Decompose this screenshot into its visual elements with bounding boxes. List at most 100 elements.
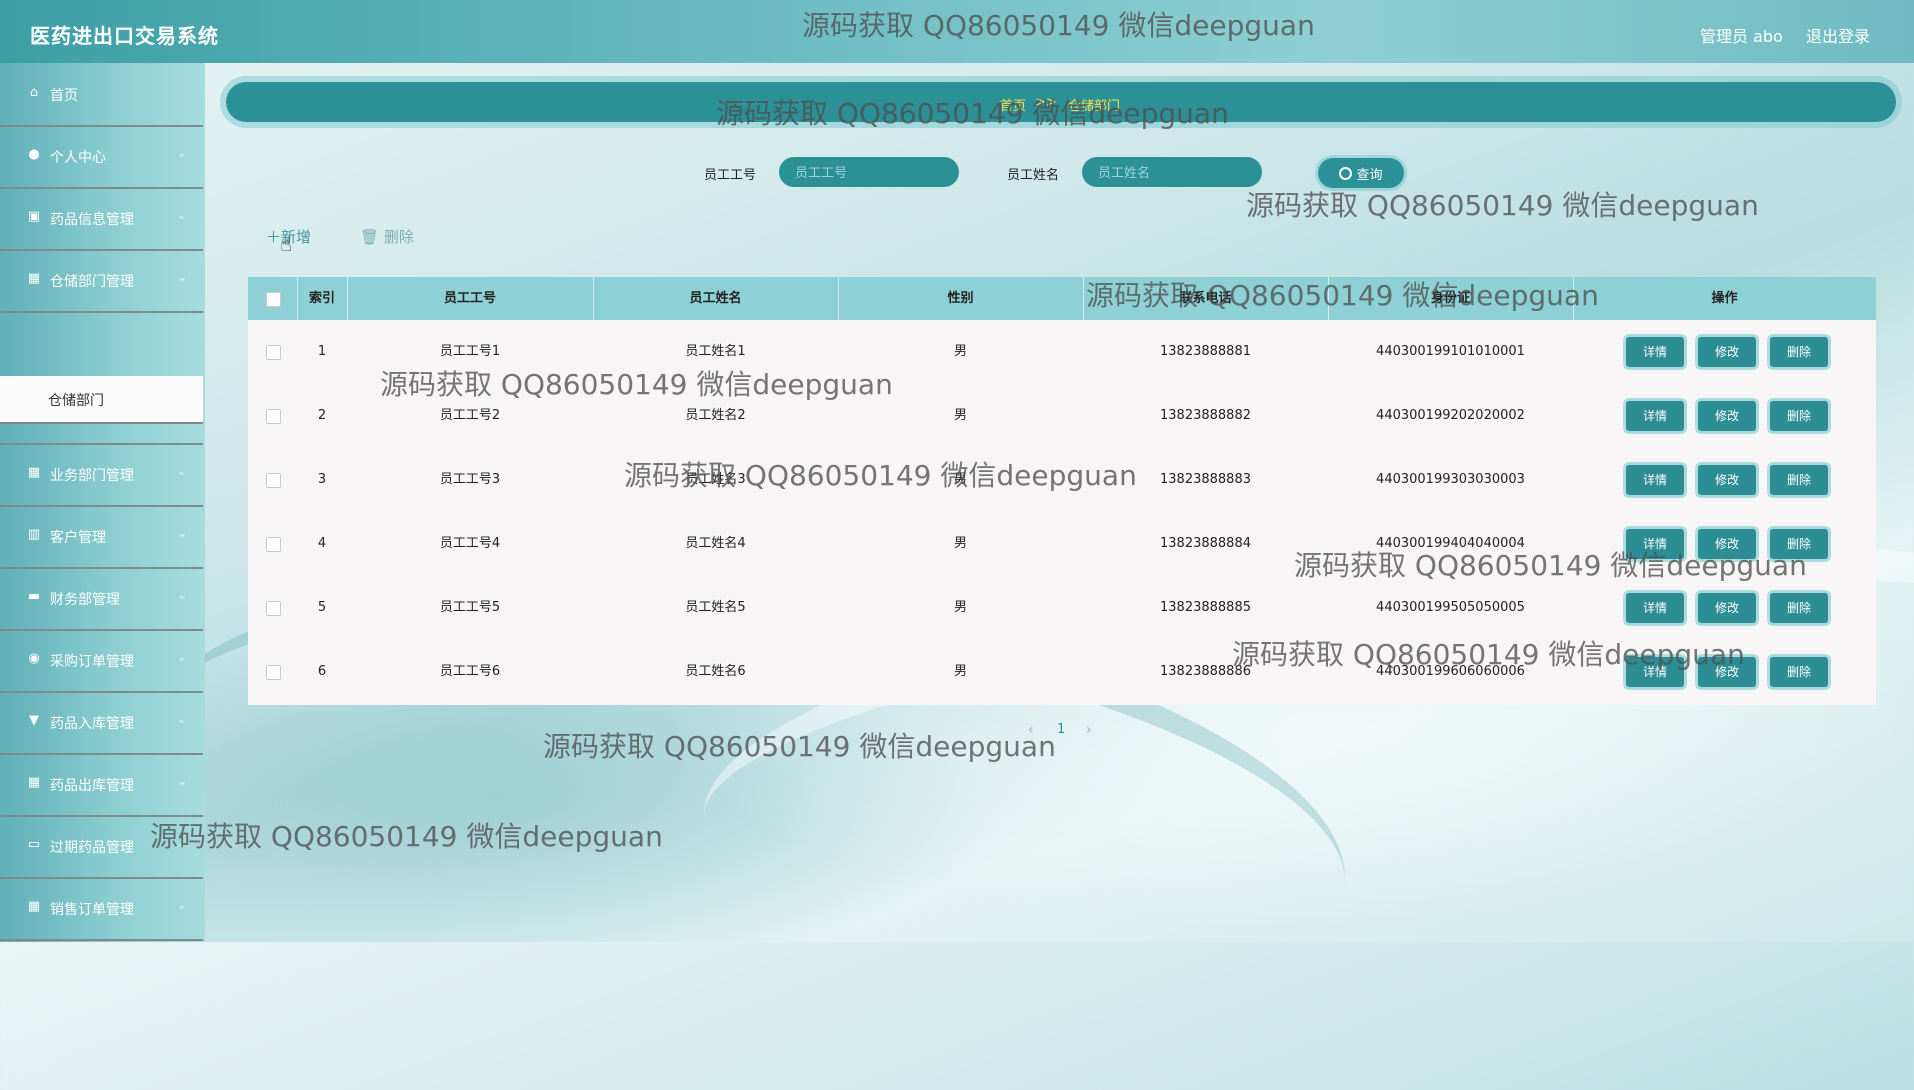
- cell-emp-id: 员工工号3: [439, 472, 501, 487]
- watermark: 源码获取 QQ86050149 微信deepguan: [1246, 189, 1759, 222]
- chevron-down-icon: ⌄: [176, 463, 188, 479]
- cell-gender: 男: [953, 536, 967, 551]
- cell-emp-name: 员工姓名6: [685, 664, 746, 679]
- row-checkbox[interactable]: [266, 537, 281, 552]
- table-row: 1 员工工号1 员工姓名1 男 13823888881 44030019910101000…: [248, 320, 1876, 384]
- row-checkbox[interactable]: [266, 665, 281, 680]
- sidebar-item[interactable]: ▥ 客户管理 ⌄: [0, 505, 203, 569]
- chevron-down-icon: ⌄: [176, 835, 188, 851]
- cell-gender: 男: [953, 472, 967, 487]
- edit-button[interactable]: 修改: [1698, 593, 1756, 623]
- delete-button[interactable]: 删除: [1770, 465, 1828, 495]
- th-phone: 联系电话: [1083, 277, 1329, 320]
- sidebar-item-label: 仓储部门管理: [50, 274, 134, 290]
- grid-icon: ▦: [27, 899, 41, 914]
- chevron-down-icon: ⌄: [176, 587, 188, 603]
- sidebar-item[interactable]: ▬ 财务部管理 ⌄: [0, 567, 203, 631]
- cell-id-card: 440300199101010001: [1376, 344, 1525, 359]
- edit-button[interactable]: 修改: [1698, 529, 1756, 559]
- logout-link[interactable]: 退出登录: [1806, 23, 1870, 47]
- th-id-card: 身份证: [1328, 277, 1574, 320]
- grid-icon: ▦: [27, 271, 41, 286]
- chevron-down-icon: ⌄: [176, 145, 188, 161]
- sidebar: ⌂首页●个人中心⌄▣药品信息管理⌄▦仓储部门管理⌄▤供应部门管理⌄▦业务部门管理…: [0, 63, 205, 942]
- employee-table: 索引 员工工号 员工姓名 性别 联系电话 身份证 操作 1 员工工号1 员工姓名1 男…: [248, 277, 1876, 705]
- cell-id-card: 440300199404040004: [1376, 536, 1525, 551]
- sidebar-item-label: 个人中心: [50, 150, 106, 166]
- submenu-item-warehouse[interactable]: 仓储部门: [0, 376, 203, 424]
- table-row: 5 员工工号5 员工姓名5 男 13823888885 44030019950505000…: [248, 576, 1876, 640]
- emp-name-input[interactable]: [1082, 157, 1262, 187]
- row-checkbox[interactable]: [266, 345, 281, 360]
- sidebar-item[interactable]: ▦ 业务部门管理 ⌄: [0, 443, 203, 507]
- cell-emp-name: 员工姓名4: [685, 536, 746, 551]
- sidebar-item[interactable]: ▼ 药品入库管理 ⌄: [0, 691, 203, 755]
- table-row: 4 员工工号4 员工姓名4 男 13823888884 44030019940404000…: [248, 512, 1876, 576]
- th-emp-name: 员工姓名: [593, 277, 839, 320]
- cell-index: 4: [317, 536, 327, 551]
- breadcrumb: [226, 82, 1896, 122]
- cell-gender: 男: [953, 408, 967, 423]
- delete-button[interactable]: 删除: [1770, 337, 1828, 367]
- edit-button[interactable]: 修改: [1698, 337, 1756, 367]
- search-button[interactable]: 查询: [1318, 158, 1404, 188]
- delete-button[interactable]: 删除: [1770, 529, 1828, 559]
- row-checkbox[interactable]: [266, 409, 281, 424]
- top-header: 医药进出口交易系统 管理员 abo 退出登录: [0, 0, 1914, 63]
- detail-button[interactable]: 详情: [1626, 401, 1684, 431]
- cell-emp-id: 员工工号5: [439, 600, 501, 615]
- detail-button[interactable]: 详情: [1626, 465, 1684, 495]
- sidebar-item[interactable]: ▣ 药品信息管理 ⌄: [0, 187, 203, 251]
- sidebar-item[interactable]: ▦ 药品出库管理 ⌄: [0, 753, 203, 817]
- select-all-checkbox[interactable]: [266, 292, 281, 307]
- cell-gender: 男: [953, 344, 967, 359]
- cell-emp-id: 员工工号1: [439, 344, 501, 359]
- search-button-label: 查询: [1356, 166, 1383, 182]
- cell-gender: 男: [953, 664, 967, 679]
- table-header: 索引 员工工号 员工姓名 性别 联系电话 身份证 操作: [248, 277, 1876, 320]
- grid-icon: ▦: [27, 465, 41, 480]
- cell-emp-name: 员工姓名2: [685, 408, 746, 423]
- table-row: 2 员工工号2 员工姓名2 男 13823888882 44030019920202000…: [248, 384, 1876, 448]
- sidebar-item-label: 药品信息管理: [50, 212, 134, 228]
- edit-button[interactable]: 修改: [1698, 465, 1756, 495]
- cell-id-card: 440300199505050005: [1376, 600, 1525, 615]
- current-user: 管理员 abo: [1700, 27, 1783, 46]
- monitor-icon: ▭: [27, 837, 41, 852]
- edit-button[interactable]: 修改: [1698, 401, 1756, 431]
- sidebar-item[interactable]: ▦ 仓储部门管理 ⌄: [0, 249, 203, 313]
- table-row: 3 员工工号3 员工姓名3 男 13823888883 44030019930303000…: [248, 448, 1876, 512]
- delete-button[interactable]: 删除: [1770, 593, 1828, 623]
- page-number[interactable]: 1: [1057, 722, 1065, 737]
- submenu-item-label: 仓储部门: [48, 393, 104, 409]
- detail-button[interactable]: 详情: [1626, 337, 1684, 367]
- chevron-down-icon: ⌄: [176, 649, 188, 665]
- sidebar-item[interactable]: ◉ 采购订单管理 ⌄: [0, 629, 203, 693]
- detail-button[interactable]: 详情: [1626, 593, 1684, 623]
- edit-button[interactable]: 修改: [1698, 657, 1756, 687]
- emp-id-input[interactable]: [779, 157, 959, 187]
- picture-icon: ▣: [27, 209, 41, 224]
- delete-button[interactable]: 删除: [1770, 401, 1828, 431]
- breadcrumb-home[interactable]: 首页: [1000, 95, 1026, 114]
- sidebar-item[interactable]: ▭ 过期药品管理 ⌄: [0, 815, 203, 879]
- cell-emp-id: 员工工号6: [439, 664, 501, 679]
- sidebar-item[interactable]: ● 个人中心 ⌄: [0, 125, 203, 189]
- detail-button[interactable]: 详情: [1626, 529, 1684, 559]
- sidebar-item-label: 业务部门管理: [50, 468, 134, 484]
- sidebar-item-label: 财务部管理: [50, 592, 120, 608]
- select-all-cell: [248, 277, 298, 320]
- batch-delete-button[interactable]: 🗑 删除: [360, 226, 414, 247]
- delete-button[interactable]: 删除: [1770, 657, 1828, 687]
- row-checkbox[interactable]: [266, 601, 281, 616]
- cell-emp-name: 员工姓名5: [685, 600, 746, 615]
- detail-button[interactable]: 详情: [1626, 657, 1684, 687]
- sidebar-item[interactable]: ⌂ 首页: [0, 63, 203, 127]
- cell-phone: 13823888881: [1160, 344, 1251, 359]
- cup-icon: ▼: [29, 713, 39, 728]
- sidebar-item[interactable]: ▦ 销售订单管理 ⌄: [0, 877, 203, 941]
- clipboard-icon: ▥: [27, 527, 41, 542]
- prev-page-button[interactable]: ‹: [1028, 722, 1034, 738]
- row-checkbox[interactable]: [266, 473, 281, 488]
- next-page-button[interactable]: ›: [1086, 722, 1092, 738]
